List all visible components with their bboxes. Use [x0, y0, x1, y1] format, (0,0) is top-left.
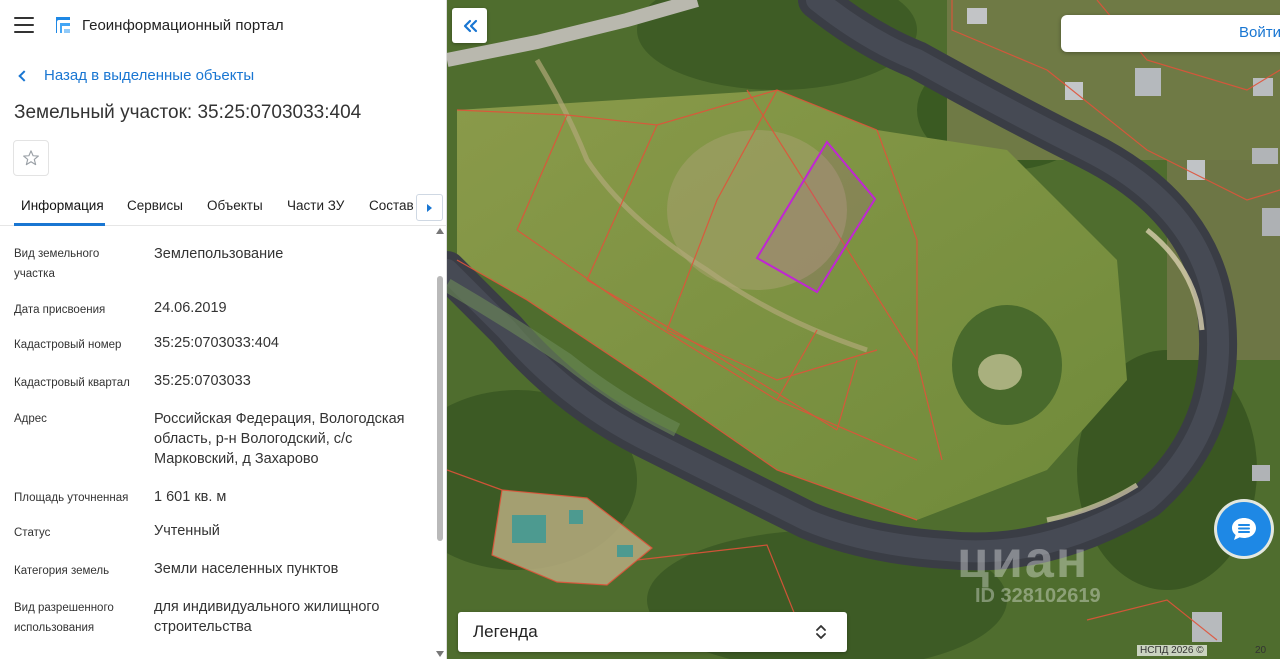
info-label: Категория земель: [14, 565, 110, 577]
back-link-label: Назад в выделенные объекты: [44, 67, 255, 84]
map-scale-label: 20: [1255, 645, 1267, 656]
scroll-down-icon[interactable]: [436, 651, 444, 657]
info-value: для индивидуального жилищного строительс…: [154, 599, 380, 635]
info-value: Российская Федерация, Вологодская област…: [154, 411, 405, 467]
tab-parts[interactable]: Части ЗУ: [287, 198, 344, 213]
star-icon: [23, 150, 39, 166]
back-to-selected-link[interactable]: Назад в выделенные объекты: [16, 67, 254, 84]
tab-services[interactable]: Сервисы: [127, 198, 183, 213]
info-label: Вид земельного участка: [14, 248, 100, 280]
info-panel: Геоинформационный портал Назад в выделен…: [0, 0, 447, 659]
page-title: Земельный участок: 35:25:0703033:404: [14, 102, 362, 123]
chat-button[interactable]: [1217, 502, 1271, 556]
info-label: Статус: [14, 527, 51, 539]
login-button[interactable]: Войти: [1061, 15, 1280, 52]
login-label: Войти: [1239, 24, 1280, 41]
info-label: Кадастровый квартал: [14, 377, 130, 389]
info-value: Земли населенных пунктов: [154, 561, 339, 577]
chat-icon: [1232, 518, 1256, 540]
watermark-id: ID 328102619: [975, 585, 1101, 607]
double-chevron-left-icon: [463, 19, 477, 32]
info-label: Кадастровый номер: [14, 339, 122, 351]
info-label: Площадь уточненная: [14, 492, 129, 504]
info-value: 35:25:0703033: [154, 373, 251, 389]
info-scrollbar[interactable]: [435, 228, 445, 659]
map-view[interactable]: циан ID 328102619 Войти Легенда НСПД 202…: [447, 0, 1280, 659]
collapse-panel-button[interactable]: [452, 8, 487, 43]
expand-collapse-icon: [816, 625, 826, 639]
app-header: Геоинформационный портал: [0, 0, 446, 52]
legend-label: Легенда: [473, 622, 538, 641]
tab-composition[interactable]: Состав: [369, 198, 414, 213]
info-label: Адрес: [14, 413, 47, 425]
scroll-up-icon[interactable]: [436, 228, 444, 234]
tab-bar: Информация Сервисы Объекты Части ЗУ Сост…: [0, 188, 446, 226]
info-value: Учтенный: [154, 523, 220, 539]
favorite-button[interactable]: [13, 140, 49, 176]
scroll-thumb[interactable]: [437, 276, 443, 541]
app-title: Геоинформационный портал: [82, 17, 284, 34]
info-value: Землепользование: [154, 246, 284, 262]
info-value: 24.06.2019: [154, 300, 227, 316]
portal-logo-icon: [56, 17, 70, 33]
info-value: 1 601 кв. м: [154, 489, 227, 505]
tab-information[interactable]: Информация: [21, 198, 104, 213]
satellite-imagery: [447, 0, 1280, 659]
watermark-logo: циан: [957, 531, 1090, 589]
tabs-scroll-right-button[interactable]: [416, 194, 443, 221]
chevron-left-icon: [18, 69, 30, 82]
menu-icon[interactable]: [14, 17, 34, 33]
map-copyright: НСПД 2026 ©: [1137, 645, 1207, 656]
info-label: Вид разрешенного использования: [14, 602, 114, 634]
active-tab-indicator: [14, 223, 105, 226]
info-label: Дата присвоения: [14, 304, 106, 316]
legend-dropdown[interactable]: Легенда: [458, 612, 847, 652]
tab-objects[interactable]: Объекты: [207, 198, 263, 213]
info-value: 35:25:0703033:404: [154, 335, 279, 351]
